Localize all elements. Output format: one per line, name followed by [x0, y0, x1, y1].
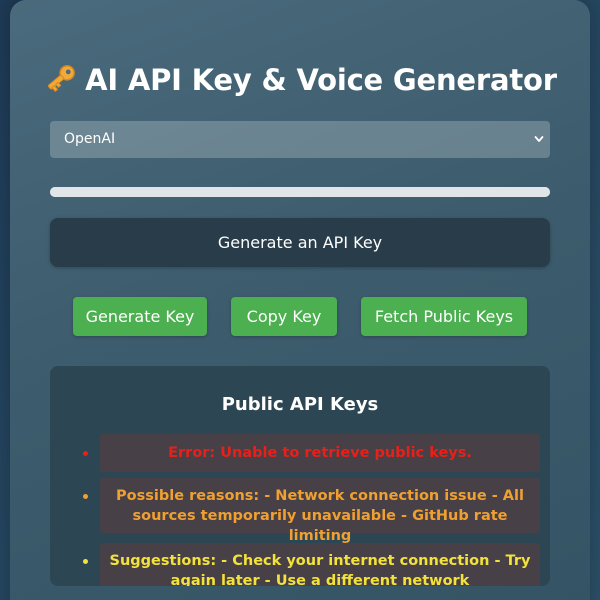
suggestions-message-text: Suggestions: - Check your internet conne… — [109, 553, 531, 586]
bullet-icon — [83, 559, 88, 564]
generate-key-button[interactable]: Generate Key — [73, 297, 207, 336]
key-icon — [48, 65, 75, 93]
copy-key-button[interactable]: Copy Key — [231, 297, 337, 336]
progress-fill — [50, 187, 550, 197]
status-display: Generate an API Key — [50, 218, 550, 267]
bullet-icon — [83, 494, 88, 499]
public-keys-title: Public API Keys — [221, 394, 379, 415]
error-message: Error: Unable to retrieve public keys. — [83, 434, 540, 472]
provider-select-value: OpenAI — [64, 131, 116, 147]
suggestions-message: Suggestions: - Check your internet conne… — [83, 543, 540, 586]
fetch-public-keys-button[interactable]: Fetch Public Keys — [361, 297, 527, 336]
reasons-message-text: Possible reasons: - Network connection i… — [116, 488, 524, 544]
provider-select[interactable]: OpenAI — [50, 121, 550, 158]
reasons-message: Possible reasons: - Network connection i… — [83, 478, 540, 544]
page-title: AI API Key & Voice Generator — [0, 60, 600, 100]
progress-bar — [50, 187, 550, 197]
error-message-text: Error: Unable to retrieve public keys. — [168, 445, 472, 461]
page-title-text: AI API Key & Voice Generator — [85, 63, 557, 97]
chevron-down-icon — [534, 136, 544, 142]
public-keys-panel: Public API Keys Error: Unable to retriev… — [50, 366, 550, 586]
bullet-icon — [83, 451, 88, 456]
